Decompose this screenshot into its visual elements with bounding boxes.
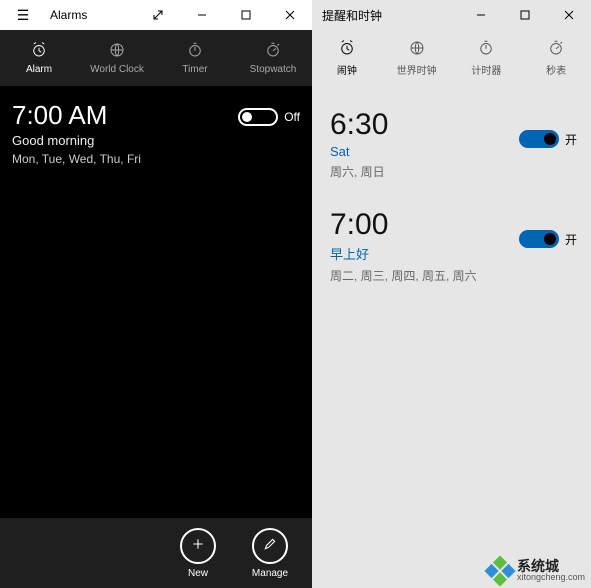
tab-label: Alarm: [26, 64, 52, 75]
tabstrip-right: 闹钟 世界时钟 计时器 秒表: [312, 30, 591, 86]
globe-icon: [408, 39, 426, 60]
tabstrip-left: Alarm World Clock Timer Stopwatch: [0, 30, 312, 86]
alarm-toggle-label: 开: [565, 131, 577, 148]
alarm-list-left: 7:00 AM Good morning Mon, Tue, Wed, Thu,…: [0, 86, 312, 518]
tab-timer[interactable]: Timer: [156, 30, 234, 86]
alarm-toggle[interactable]: [238, 108, 278, 126]
tab-timer[interactable]: 计时器: [452, 30, 522, 86]
alarm-list-right: 6:30 Sat 周六, 周日 开 7:00 早上好 周二, 周三, 周四, 周…: [312, 86, 591, 588]
alarm-icon: [338, 39, 356, 60]
tab-label: 闹钟: [337, 62, 357, 77]
app-title-right: 提醒和时钟: [312, 7, 459, 24]
minimize-button[interactable]: [180, 0, 224, 30]
tab-alarm[interactable]: Alarm: [0, 30, 78, 86]
alarm-toggle-label: 开: [565, 231, 577, 248]
tab-stopwatch[interactable]: 秒表: [521, 30, 591, 86]
tab-label: World Clock: [90, 64, 144, 75]
close-button[interactable]: [547, 0, 591, 30]
alarm-icon: [30, 41, 48, 62]
pencil-icon: [262, 536, 278, 555]
stopwatch-icon: [264, 41, 282, 62]
globe-icon: [108, 41, 126, 62]
tab-label: Timer: [182, 64, 207, 75]
titlebar-right: 提醒和时钟: [312, 0, 591, 30]
maximize-button[interactable]: [503, 0, 547, 30]
alarm-toggle-wrap: Off: [238, 108, 300, 126]
tab-alarm[interactable]: 闹钟: [312, 30, 382, 86]
stopwatch-icon: [547, 39, 565, 60]
app-window-right: 提醒和时钟 闹钟 世界时钟 计时器 秒表 6:30 Sat 周六, 周日: [312, 0, 591, 588]
tab-label: 世界时钟: [397, 62, 437, 77]
app-title-left: Alarms: [46, 8, 136, 22]
alarm-toggle[interactable]: [519, 130, 559, 148]
alarm-item[interactable]: 7:00 早上好 周二, 周三, 周四, 周五, 周六 开: [330, 208, 577, 284]
tab-stopwatch[interactable]: Stopwatch: [234, 30, 312, 86]
tab-label: 秒表: [546, 62, 566, 77]
plus-icon: [190, 536, 206, 555]
timer-icon: [477, 39, 495, 60]
tab-worldclock[interactable]: 世界时钟: [382, 30, 452, 86]
alarm-toggle-wrap: 开: [519, 230, 577, 248]
expand-button[interactable]: [136, 0, 180, 30]
tab-worldclock[interactable]: World Clock: [78, 30, 156, 86]
close-button[interactable]: [268, 0, 312, 30]
timer-icon: [186, 41, 204, 62]
titlebar-left: ☰ Alarms: [0, 0, 312, 30]
app-window-left: ☰ Alarms Alarm World Clock Timer Stopwat…: [0, 0, 312, 588]
alarm-name: Good morning: [12, 133, 300, 148]
maximize-button[interactable]: [224, 0, 268, 30]
cmd-label: Manage: [252, 568, 288, 579]
tab-label: Stopwatch: [250, 64, 297, 75]
alarm-toggle-wrap: 开: [519, 130, 577, 148]
command-bar: New Manage: [0, 518, 312, 588]
alarm-item[interactable]: 7:00 AM Good morning Mon, Tue, Wed, Thu,…: [12, 100, 300, 166]
alarm-days: Mon, Tue, Wed, Thu, Fri: [12, 152, 300, 166]
alarm-toggle[interactable]: [519, 230, 559, 248]
alarm-days: 周六, 周日: [330, 163, 577, 180]
minimize-button[interactable]: [459, 0, 503, 30]
alarm-days: 周二, 周三, 周四, 周五, 周六: [330, 267, 577, 284]
manage-button[interactable]: Manage: [238, 528, 302, 579]
alarm-toggle-label: Off: [284, 110, 300, 124]
alarm-item[interactable]: 6:30 Sat 周六, 周日 开: [330, 108, 577, 180]
hamburger-icon[interactable]: ☰: [0, 7, 46, 24]
new-button[interactable]: New: [166, 528, 230, 579]
tab-label: 计时器: [471, 62, 501, 77]
cmd-label: New: [188, 568, 208, 579]
